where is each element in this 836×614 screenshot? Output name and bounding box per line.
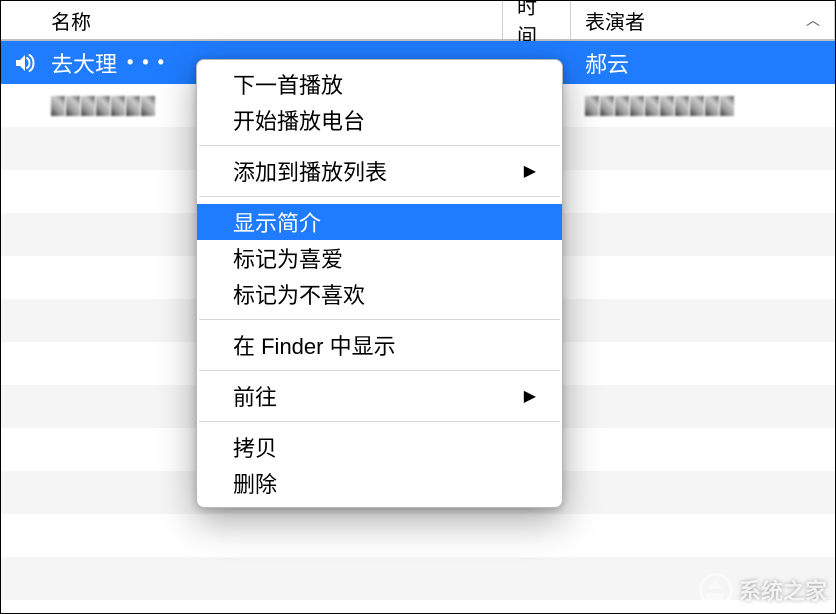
menu-label: 前往 bbox=[233, 380, 277, 412]
menu-label: 标记为喜爱 bbox=[233, 242, 343, 274]
menu-item-mark-disliked[interactable]: 标记为不喜欢 bbox=[197, 276, 562, 312]
menu-item-start-radio[interactable]: 开始播放电台 bbox=[197, 102, 562, 138]
menu-item-delete[interactable]: 删除 bbox=[197, 465, 562, 501]
context-menu: 下一首播放 开始播放电台 添加到播放列表 ▶ 显示简介 标记为喜爱 标记为不喜欢… bbox=[196, 59, 563, 508]
submenu-arrow-icon: ▶ bbox=[524, 161, 536, 181]
menu-label: 显示简介 bbox=[233, 206, 321, 238]
table-row[interactable] bbox=[1, 514, 835, 557]
menu-separator bbox=[199, 421, 560, 422]
column-header-time[interactable]: 时间 bbox=[503, 1, 571, 39]
watermark: 系统之家 bbox=[699, 573, 827, 607]
menu-item-add-to-playlist[interactable]: 添加到播放列表 ▶ bbox=[197, 153, 562, 189]
column-artist-label: 表演者 bbox=[585, 6, 645, 35]
watermark-text: 系统之家 bbox=[739, 574, 827, 606]
menu-label: 添加到播放列表 bbox=[233, 155, 387, 187]
menu-label: 拷贝 bbox=[233, 431, 277, 463]
menu-item-go-to[interactable]: 前往 ▶ bbox=[197, 378, 562, 414]
sort-ascending-icon: ︿ bbox=[806, 10, 820, 30]
menu-item-mark-loved[interactable]: 标记为喜爱 bbox=[197, 240, 562, 276]
menu-label: 开始播放电台 bbox=[233, 104, 365, 136]
column-name-label: 名称 bbox=[51, 6, 91, 35]
watermark-logo-icon bbox=[699, 573, 733, 607]
track-title: 去大理 bbox=[51, 47, 117, 79]
menu-separator bbox=[199, 370, 560, 371]
menu-separator bbox=[199, 196, 560, 197]
menu-label: 删除 bbox=[233, 467, 277, 499]
obscured-text bbox=[51, 95, 155, 117]
menu-label: 在 Finder 中显示 bbox=[233, 329, 396, 361]
menu-label: 下一首播放 bbox=[233, 68, 343, 100]
column-header-artist[interactable]: 表演者 ︿ bbox=[571, 1, 835, 39]
menu-label: 标记为不喜欢 bbox=[233, 278, 365, 310]
now-playing-speaker-icon bbox=[13, 51, 37, 75]
track-artist: 郝云 bbox=[571, 47, 835, 79]
menu-item-play-next[interactable]: 下一首播放 bbox=[197, 66, 562, 102]
table-header: 名称 时间 表演者 ︿ bbox=[1, 1, 835, 41]
menu-item-show-in-finder[interactable]: 在 Finder 中显示 bbox=[197, 327, 562, 363]
menu-separator bbox=[199, 319, 560, 320]
obscured-text bbox=[585, 95, 835, 117]
menu-item-get-info[interactable]: 显示简介 bbox=[197, 204, 562, 240]
more-actions-icon[interactable]: • • • bbox=[127, 52, 166, 73]
submenu-arrow-icon: ▶ bbox=[524, 386, 536, 406]
menu-item-copy[interactable]: 拷贝 bbox=[197, 429, 562, 465]
menu-separator bbox=[199, 145, 560, 146]
column-header-name[interactable]: 名称 bbox=[1, 1, 503, 39]
